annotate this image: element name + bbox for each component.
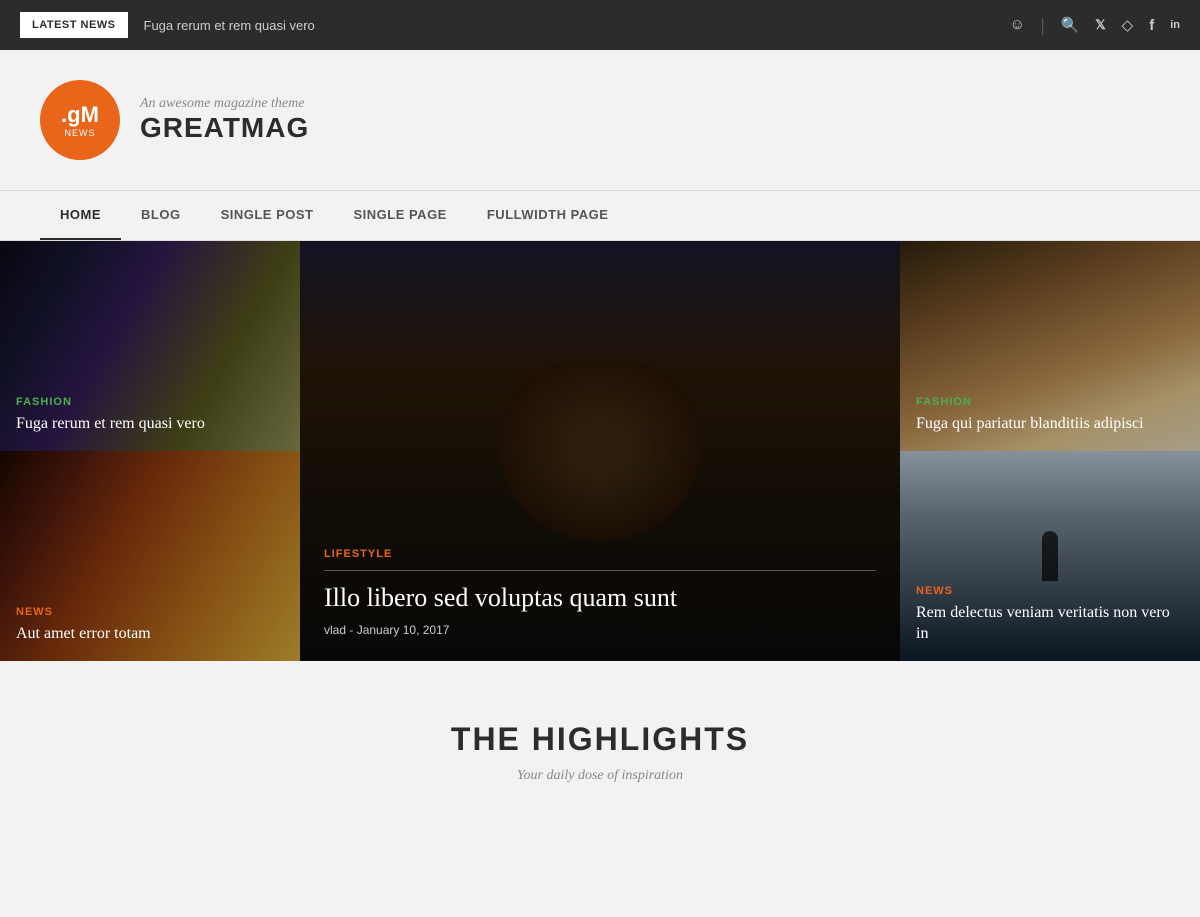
hero-cell-bottom-left[interactable]: NEWS Aut amet error totam <box>0 451 300 661</box>
top-bar: LATEST NEWS Fuga rerum et rem quasi vero… <box>0 0 1200 50</box>
top-bar-left: LATEST NEWS Fuga rerum et rem quasi vero <box>20 12 315 38</box>
hero-cell-bottom-right[interactable]: NEWS Rem delectus veniam veritatis non v… <box>900 451 1200 661</box>
hero-cell-top-left[interactable]: FASHION Fuga rerum et rem quasi vero <box>0 241 300 451</box>
linkedin-icon[interactable]: in <box>1170 19 1180 31</box>
hero-title-bottom-right: Rem delectus veniam veritatis non vero i… <box>916 603 1184 645</box>
logo-news: NEWS <box>65 128 96 138</box>
hero-category-bottom-left: NEWS <box>16 606 284 618</box>
highlights-section: THE HIGHLIGHTS Your daily dose of inspir… <box>0 661 1200 824</box>
hero-content-top-right: FASHION Fuga qui pariatur blanditiis adi… <box>900 380 1200 451</box>
hero-meta-center: vlad - January 10, 2017 <box>324 623 876 637</box>
nav-item-single-page[interactable]: SINGLE PAGE <box>333 191 466 240</box>
nav-link-blog[interactable]: BLOG <box>121 191 201 238</box>
hero-content-bottom-left: NEWS Aut amet error totam <box>0 590 300 661</box>
nav-item-fullwidth[interactable]: FULLWIDTH PAGE <box>467 191 629 240</box>
hero-category-center: LIFESTYLE <box>324 548 876 560</box>
hero-title-center: Illo libero sed voluptas quam sunt <box>324 581 876 615</box>
logo-tagline: An awesome magazine theme <box>140 96 309 112</box>
nav-link-single-page[interactable]: SINGLE PAGE <box>333 191 466 238</box>
nav-link-fullwidth[interactable]: FULLWIDTH PAGE <box>467 191 629 238</box>
main-nav: HOME BLOG SINGLE POST SINGLE PAGE FULLWI… <box>0 190 1200 241</box>
hero-content-top-left: FASHION Fuga rerum et rem quasi vero <box>0 380 300 451</box>
hero-cell-center[interactable]: LIFESTYLE Illo libero sed voluptas quam … <box>300 241 900 661</box>
nav-item-single-post[interactable]: SINGLE POST <box>201 191 334 240</box>
nav-item-blog[interactable]: BLOG <box>121 191 201 240</box>
nav-link-single-post[interactable]: SINGLE POST <box>201 191 334 238</box>
latest-news-button[interactable]: LATEST NEWS <box>20 12 128 38</box>
hero-title-top-right: Fuga qui pariatur blanditiis adipisci <box>916 414 1184 435</box>
logo-name: GREATMAG <box>140 112 309 144</box>
hero-category-bottom-right: NEWS <box>916 585 1184 597</box>
search-icon[interactable]: 🔍 <box>1061 16 1080 35</box>
hero-date: January 10, 2017 <box>357 623 450 637</box>
logo-circle[interactable]: .gM NEWS <box>40 80 120 160</box>
hero-meta-dash: - <box>349 623 356 637</box>
hero-grid: FASHION Fuga rerum et rem quasi vero LIF… <box>0 241 1200 661</box>
divider: | <box>1041 15 1045 36</box>
facebook-icon[interactable]: f <box>1149 17 1154 34</box>
site-header: .gM NEWS An awesome magazine theme GREAT… <box>0 50 1200 190</box>
hero-category-top-left: FASHION <box>16 396 284 408</box>
logo-text: An awesome magazine theme GREATMAG <box>140 96 309 144</box>
hero-cell-top-right[interactable]: FASHION Fuga qui pariatur blanditiis adi… <box>900 241 1200 451</box>
nav-link-home[interactable]: HOME <box>40 191 121 240</box>
highlights-title: THE HIGHLIGHTS <box>40 721 1160 758</box>
hero-content-bottom-right: NEWS Rem delectus veniam veritatis non v… <box>900 569 1200 661</box>
hero-title-top-left: Fuga rerum et rem quasi vero <box>16 414 284 435</box>
highlights-subtitle: Your daily dose of inspiration <box>40 768 1160 784</box>
hero-content-center: LIFESTYLE Illo libero sed voluptas quam … <box>300 524 900 661</box>
top-bar-right: ☺ | 🔍 𝕏 ◇ f in <box>1010 15 1180 36</box>
hero-title-bottom-left: Aut amet error totam <box>16 624 284 645</box>
ticker-text: Fuga rerum et rem quasi vero <box>144 18 315 33</box>
twitter-icon[interactable]: 𝕏 <box>1095 17 1105 33</box>
hero-author: vlad <box>324 623 346 637</box>
hero-divider-center <box>324 570 876 571</box>
nav-item-home[interactable]: HOME <box>40 191 121 240</box>
logo-gm: .gM <box>61 102 99 128</box>
user-icon[interactable]: ☺ <box>1010 17 1025 34</box>
instagram-icon[interactable]: ◇ <box>1122 16 1134 35</box>
hero-category-top-right: FASHION <box>916 396 1184 408</box>
